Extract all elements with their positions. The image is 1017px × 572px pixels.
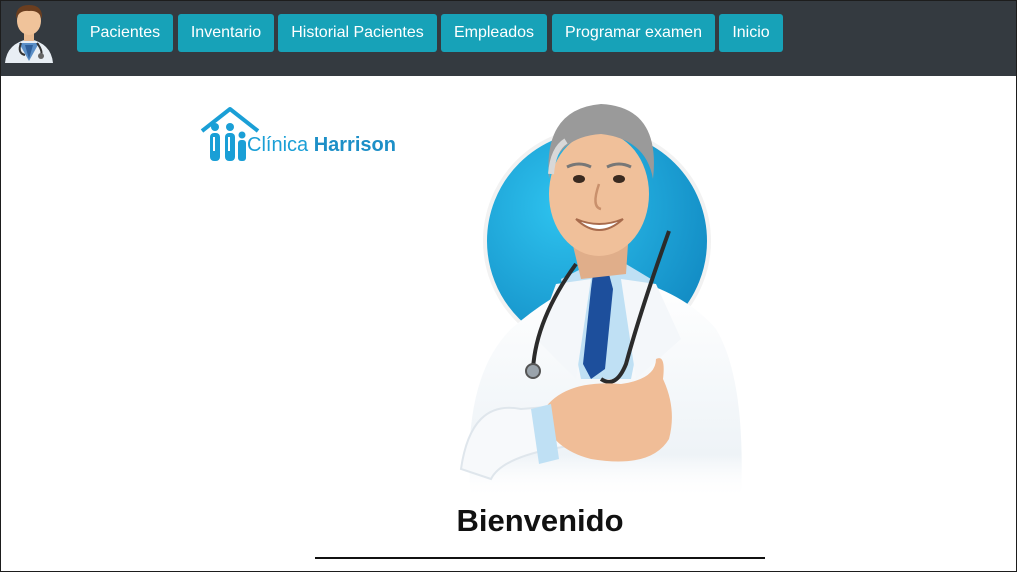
top-navbar: Pacientes Inventario Historial Pacientes… [1,1,1016,76]
clinic-logo-text: Clínica Harrison [247,134,396,157]
app-window: Pacientes Inventario Historial Pacientes… [0,0,1017,572]
nav-pacientes-button[interactable]: Pacientes [77,14,173,52]
nav-inventario-button[interactable]: Inventario [178,14,274,52]
welcome-heading: Bienvenido [456,503,624,538]
nav-inicio-button[interactable]: Inicio [719,14,783,52]
welcome-divider [315,557,765,559]
nav-programar-examen-button[interactable]: Programar examen [552,14,715,52]
logo-word-clinica: Clínica [247,134,309,156]
clinic-logo: Clínica Harrison [200,105,410,167]
doctor-hero-image [459,104,742,499]
logo-word-harrison: Harrison [313,134,396,156]
nav-empleados-button[interactable]: Empleados [441,14,547,52]
doctor-avatar-icon[interactable] [1,1,57,63]
nav-historial-pacientes-button[interactable]: Historial Pacientes [278,14,437,52]
